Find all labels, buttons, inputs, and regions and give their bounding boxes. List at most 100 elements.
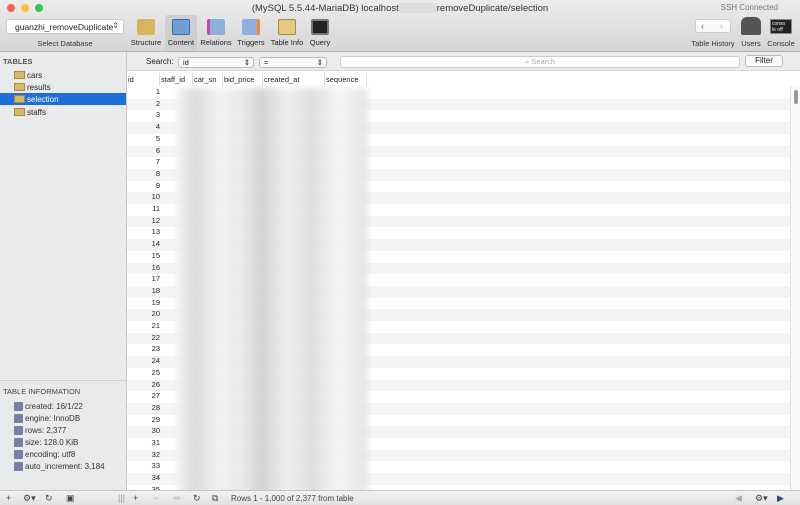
relations-button[interactable]: Relations [199,15,233,51]
row-id: 22 [151,332,160,342]
vertical-scrollbar[interactable] [790,86,800,490]
copy-icon[interactable]: ⧉ [212,493,218,504]
forward-icon[interactable]: › [720,21,723,31]
table-item-selection[interactable]: selection [0,93,126,105]
info-bullet-icon [14,462,23,471]
triggers-icon [242,19,260,35]
resize-handle[interactable]: ||| [118,493,125,503]
row-id: 10 [151,192,160,202]
triggers-button[interactable]: Triggers [235,15,267,51]
row-id: 16 [151,262,160,272]
row-id: 7 [155,157,160,167]
row-id: 11 [152,204,160,213]
toolbar: (MySQL 5.5.44-MariaDB) localhost removeDu… [0,0,800,52]
row-id: 24 [151,356,160,366]
chevron-updown-icon: ⇕ [112,21,119,30]
filter-button[interactable]: Filter [745,55,783,67]
row-id: 19 [151,297,160,307]
row-id: 12 [151,215,160,225]
table-item-results[interactable]: results [0,81,126,93]
row-id: 17 [151,274,160,284]
relations-icon [207,19,225,35]
column-header-id[interactable]: id [127,73,160,86]
console-label: Console [767,39,795,48]
table-item-cars[interactable]: cars [0,69,126,81]
pagination-gear-icon[interactable]: ⚙▾ [755,493,768,504]
row-id: 14 [151,239,160,249]
users-icon[interactable] [741,17,761,35]
row-id: 23 [151,344,160,354]
info-auto-increment: auto_increment: 3,184 [14,462,105,471]
duplicate-row-button[interactable]: ⇹ [173,493,181,504]
column-header-staff-id[interactable]: staff_id [160,73,193,86]
chevron-updown-icon: ⇕ [243,58,250,67]
info-encoding: encoding: utf8 [14,450,75,459]
table-info-button[interactable]: Table Info [269,15,305,51]
users-label: Users [741,39,761,48]
row-id: 28 [151,402,160,412]
row-id: 32 [151,449,160,459]
row-id: 30 [151,426,160,436]
refresh-icon[interactable]: ↻ [193,493,201,504]
add-row-button[interactable]: + [133,493,138,503]
select-database-label: Select Database [37,39,93,48]
table-item-staffs[interactable]: staffs [0,106,126,118]
column-header-created-at[interactable]: created_at [263,73,325,86]
remove-row-button[interactable]: − [153,493,158,503]
scroll-thumb[interactable] [794,90,798,104]
table-icon [14,95,25,103]
info-bullet-icon [14,438,23,447]
row-id: 3 [155,110,160,120]
table-history-nav[interactable]: ‹ › [695,19,731,33]
console-icon[interactable]: conso le off [770,19,792,34]
table-info-icon [278,19,296,35]
row-id: 31 [151,438,160,447]
gear-icon[interactable]: ⚙▾ [23,493,36,504]
back-icon[interactable]: ‹ [701,21,704,31]
row-id: 5 [155,133,160,143]
search-input[interactable]: ⌕ Search [340,56,740,68]
query-button[interactable]: Query [307,15,333,51]
table-icon [14,71,25,79]
info-rows: rows: 2,377 [14,426,66,435]
info-bullet-icon [14,450,23,459]
window-title: (MySQL 5.5.44-MariaDB) localhost removeDu… [251,3,549,14]
info-bullet-icon [14,426,23,435]
row-id: 34 [151,473,160,483]
bottom-bar: + ⚙▾ ↻ ▣ ||| + − ⇹ ↻ ⧉ Rows 1 - 1,000 of… [0,490,800,505]
row-id: 27 [151,391,160,401]
column-header-car-sn[interactable]: car_sn [193,73,223,86]
content-table[interactable]: id staff_id car_sn bid_price created_at seque… [127,71,790,490]
row-id: 21 [151,321,160,330]
row-id: 4 [155,122,160,132]
column-header-bid-price[interactable]: bid_price [223,73,263,86]
tables-heading: TABLES [3,57,33,66]
row-id: 6 [155,145,160,155]
row-id: 33 [151,461,160,471]
info-bullet-icon [14,414,23,423]
search-field-select[interactable]: id ⇕ [178,57,254,68]
row-id: 20 [151,309,160,319]
filter-tables-icon[interactable]: ▣ [66,493,75,504]
row-id: 26 [151,379,160,389]
sidebar: TABLES cars results selection staffs TAB… [0,52,127,490]
database-select[interactable]: guanzhi_removeDuplicate ⇕ [6,19,124,34]
row-id: 29 [151,414,160,424]
search-label: Search: [146,57,174,66]
add-table-button[interactable]: + [6,493,11,503]
table-icon [14,108,25,116]
column-header-sequence[interactable]: sequence [325,73,367,86]
previous-page-icon[interactable]: ◀ [735,493,742,504]
rows-status: Rows 1 - 1,000 of 2,377 from table [231,494,354,503]
search-operator-select[interactable]: = ⇕ [259,57,327,68]
row-id: 25 [151,367,160,377]
search-bar: Search: id ⇕ = ⇕ ⌕ Search Filter [127,52,800,71]
structure-button[interactable]: Structure [129,15,163,51]
query-icon [311,19,329,35]
row-id: 15 [151,250,160,260]
info-size: size: 128.0 KiB [14,438,78,447]
next-page-icon[interactable]: ▶ [777,493,784,504]
content-button[interactable]: Content [165,15,197,51]
refresh-tables-icon[interactable]: ↻ [45,493,53,504]
info-created: created: 16/1/22 [14,402,83,411]
